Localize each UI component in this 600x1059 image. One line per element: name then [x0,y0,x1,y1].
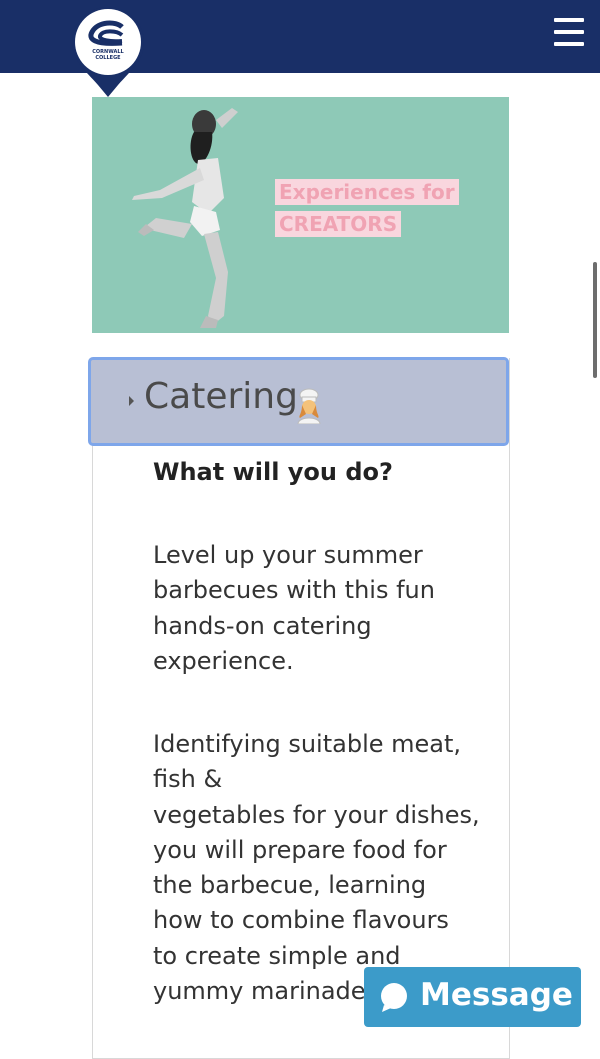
site-header: CORNWALL COLLEGE [0,0,600,97]
chef-emoji-icon [297,388,321,424]
banner-line-creators: CREATORS [275,211,402,237]
section-heading: What will you do? [153,458,393,486]
promo-banner: Experiences for CREATORS [92,97,509,333]
message-button-label: Message [420,977,573,1013]
menu-line [554,30,584,34]
college-logo[interactable]: CORNWALL COLLEGE [70,5,146,99]
accordion-toggle-catering[interactable]: Catering [88,357,509,446]
dancing-woman-image [132,108,238,328]
intro-paragraph: Level up your summer barbecues with this… [153,541,435,675]
page-scrollbar[interactable] [593,262,597,378]
banner-line-experiences: Experiences for [275,179,459,205]
chat-bubble-icon [381,983,407,1012]
accordion-title: Catering [144,376,298,417]
accordion-content: What will you do? Level up your summer b… [153,455,493,1005]
banner-heading: Experiences for CREATORS [275,177,459,241]
logo-text-line2: COLLEGE [95,55,121,61]
message-chat-button[interactable]: Message [364,967,581,1027]
caret-right-icon [129,396,134,406]
menu-line [554,18,584,22]
hamburger-menu-icon[interactable] [554,18,584,46]
menu-line [554,42,584,46]
logo-wordmark: CORNWALL COLLEGE [70,49,146,61]
